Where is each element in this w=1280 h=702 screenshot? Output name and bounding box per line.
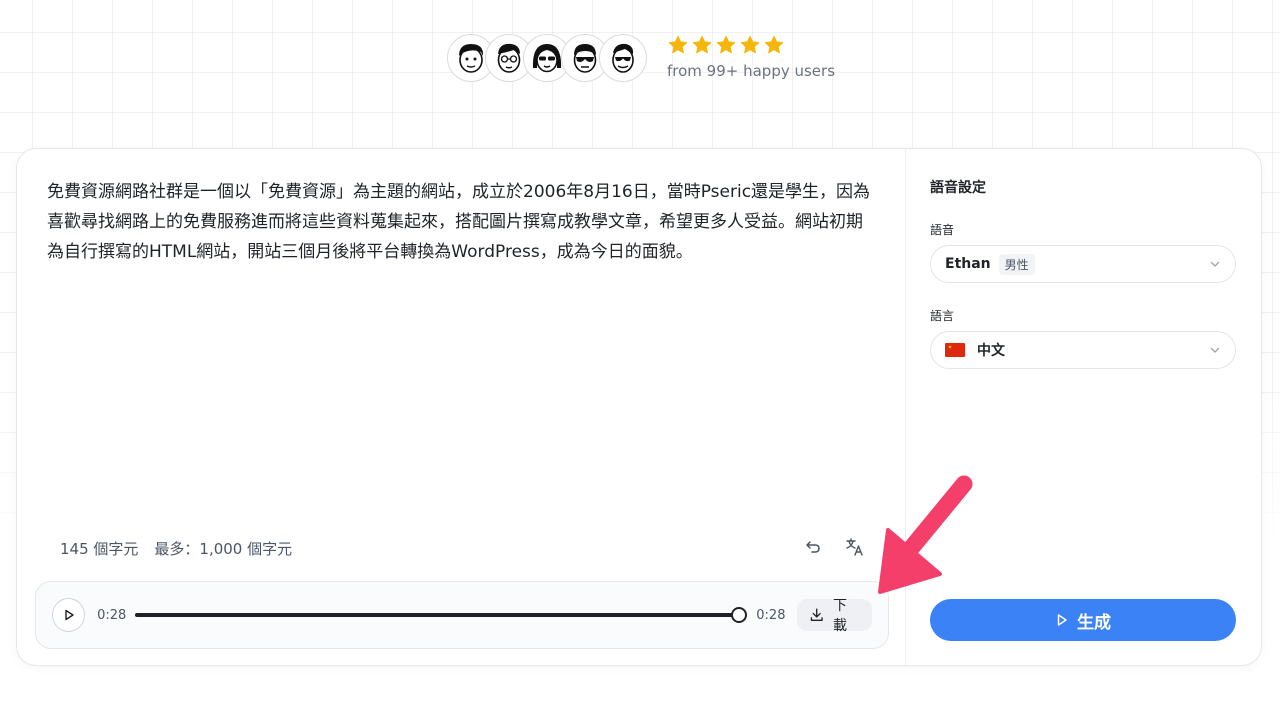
rating-text: from 99+ happy users xyxy=(667,62,836,80)
generate-button[interactable]: 生成 xyxy=(930,599,1236,641)
audio-player: 0:28 0:28 下載 xyxy=(35,581,889,649)
download-icon xyxy=(811,608,824,621)
star-rating xyxy=(667,34,835,56)
chevron-down-icon xyxy=(1210,261,1220,267)
undo-icon[interactable] xyxy=(803,537,823,557)
progress-track[interactable] xyxy=(135,607,748,623)
play-button[interactable] xyxy=(52,598,86,632)
star-icon xyxy=(740,35,760,54)
voice-gender-badge: 男性 xyxy=(998,253,1035,275)
star-icon xyxy=(716,35,736,54)
annotation-arrow-icon xyxy=(878,475,973,594)
voice-name: Ethan xyxy=(945,256,991,272)
editor-tools xyxy=(803,537,865,557)
play-icon xyxy=(64,609,74,621)
text-editor-panel: 免費資源網路社群是一個以「免費資源」為主題的網站，成立於2006年8月16日，當… xyxy=(17,149,905,665)
download-label: 下載 xyxy=(832,598,847,634)
current-time: 0:28 xyxy=(97,607,127,623)
download-button[interactable]: 下載 xyxy=(797,598,872,634)
character-count: 145 個字元 最多：1,000 個字元 xyxy=(60,538,292,559)
avatar-group xyxy=(447,34,647,82)
language-select[interactable]: 中文 xyxy=(930,331,1236,369)
voice-label: 語音 xyxy=(930,223,955,237)
progress-thumb[interactable] xyxy=(731,607,748,623)
language-name: 中文 xyxy=(977,343,1005,359)
china-flag-icon xyxy=(945,343,965,357)
star-icon xyxy=(692,35,712,54)
text-input-area[interactable]: 免費資源網路社群是一個以「免費資源」為主題的網站，成立於2006年8月16日，當… xyxy=(47,177,877,267)
play-icon xyxy=(1057,614,1067,626)
avatar xyxy=(599,34,647,82)
max-chars-label: 最多：1,000 個字元 xyxy=(154,540,293,558)
chevron-down-icon xyxy=(1210,347,1220,353)
settings-title: 語音設定 xyxy=(930,180,986,196)
star-icon xyxy=(668,35,688,54)
voice-select[interactable]: Ethan 男性 xyxy=(930,245,1236,283)
duration: 0:28 xyxy=(756,607,786,623)
char-count-label: 145 個字元 xyxy=(60,540,139,558)
star-icon xyxy=(764,35,784,54)
rating: from 99+ happy users xyxy=(667,34,835,80)
social-proof: from 99+ happy users xyxy=(447,34,835,82)
generate-label: 生成 xyxy=(1077,612,1111,633)
translate-icon[interactable] xyxy=(845,537,865,557)
avatar-face-5-icon xyxy=(612,43,634,73)
language-label: 語言 xyxy=(930,309,955,323)
tts-card: 免費資源網路社群是一個以「免費資源」為主題的網站，成立於2006年8月16日，當… xyxy=(16,148,1262,666)
